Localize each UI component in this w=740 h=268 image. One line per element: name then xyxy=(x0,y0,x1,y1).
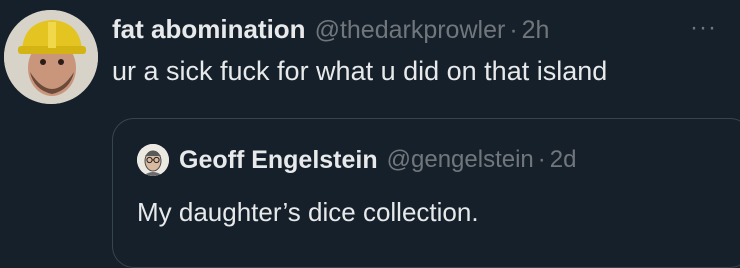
avatar-image xyxy=(4,10,98,104)
tweet-text: ur a sick fuck for what u did on that is… xyxy=(112,56,608,86)
author-handle[interactable]: @thedarkprowler xyxy=(315,16,506,45)
author-display-name[interactable]: fat abomination xyxy=(112,14,306,45)
quoted-avatar-image xyxy=(137,144,169,176)
tweet[interactable]: fat abomination @thedarkprowler · 2h ···… xyxy=(0,0,740,268)
quoted-author-handle[interactable]: @gengelstein xyxy=(387,146,534,174)
quoted-tweet-text: My daughter’s dice collection. xyxy=(137,197,479,227)
header-separator: · xyxy=(509,16,518,44)
author-avatar[interactable] xyxy=(4,10,98,104)
quoted-tweet-header: Geoff Engelstein @gengelstein · 2d xyxy=(137,144,576,176)
more-horizontal-icon[interactable]: ··· xyxy=(690,16,726,42)
tweet-header: fat abomination @thedarkprowler · 2h xyxy=(112,14,549,48)
tweet-timestamp[interactable]: 2h xyxy=(522,16,550,45)
quoted-header-separator: · xyxy=(537,146,546,173)
quoted-author-avatar[interactable] xyxy=(137,144,169,176)
quoted-author-display-name[interactable]: Geoff Engelstein xyxy=(179,146,378,175)
quoted-tweet-timestamp[interactable]: 2d xyxy=(550,146,577,174)
